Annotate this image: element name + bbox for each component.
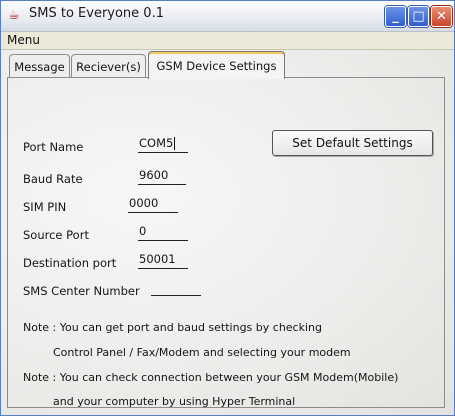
tab-receivers[interactable]: Reciever(s) xyxy=(71,54,146,78)
java-cup-icon: ☕ xyxy=(8,8,20,23)
source-port-field[interactable]: 0 xyxy=(138,223,188,241)
menu-item-menu[interactable]: Menu xyxy=(7,33,40,47)
sim-pin-field[interactable]: 0000 xyxy=(128,195,178,213)
baud-rate-field[interactable]: 9600 xyxy=(138,167,186,185)
note-connection: Note : You can check connection between … xyxy=(23,371,399,384)
maximize-button[interactable]: □ xyxy=(408,6,429,27)
minimize-button[interactable]: _ xyxy=(385,6,406,27)
window-title: SMS to Everyone 0.1 xyxy=(29,6,164,21)
baud-rate-label: Baud Rate xyxy=(23,172,83,186)
port-name-field[interactable]: COM5 xyxy=(138,135,188,153)
port-name-value: COM5 xyxy=(139,136,174,150)
port-name-label: Port Name xyxy=(23,140,84,154)
sms-center-number-field[interactable] xyxy=(151,278,201,296)
gsm-settings-panel: Port Name COM5 Baud Rate 9600 SIM PIN 00… xyxy=(7,77,445,408)
app-window: ☕ SMS to Everyone 0.1 _ □ ✕ Menu Message… xyxy=(0,0,455,416)
sim-pin-label: SIM PIN xyxy=(23,200,67,214)
text-caret xyxy=(174,137,176,150)
set-default-settings-button[interactable]: Set Default Settings xyxy=(272,130,433,156)
destination-port-label: Destination port xyxy=(23,256,117,270)
note-port-baud: Note : You can get port and baud setting… xyxy=(23,321,322,334)
title-bar[interactable]: ☕ SMS to Everyone 0.1 _ □ ✕ xyxy=(1,1,454,32)
destination-port-field[interactable]: 50001 xyxy=(138,251,188,269)
note-control-panel: Control Panel / Fax/Modem and selecting … xyxy=(53,346,351,359)
tab-message[interactable]: Message xyxy=(9,54,70,78)
sms-center-number-label: SMS Center Number xyxy=(23,284,140,298)
menu-bar: Menu xyxy=(1,32,454,50)
close-button[interactable]: ✕ xyxy=(431,6,452,27)
content-area: Message Reciever(s) GSM Device Settings … xyxy=(1,50,454,415)
source-port-label: Source Port xyxy=(23,228,89,242)
tab-gsm-device-settings[interactable]: GSM Device Settings xyxy=(148,51,285,79)
note-hyper-terminal: and your computer by using Hyper Termina… xyxy=(53,395,296,408)
